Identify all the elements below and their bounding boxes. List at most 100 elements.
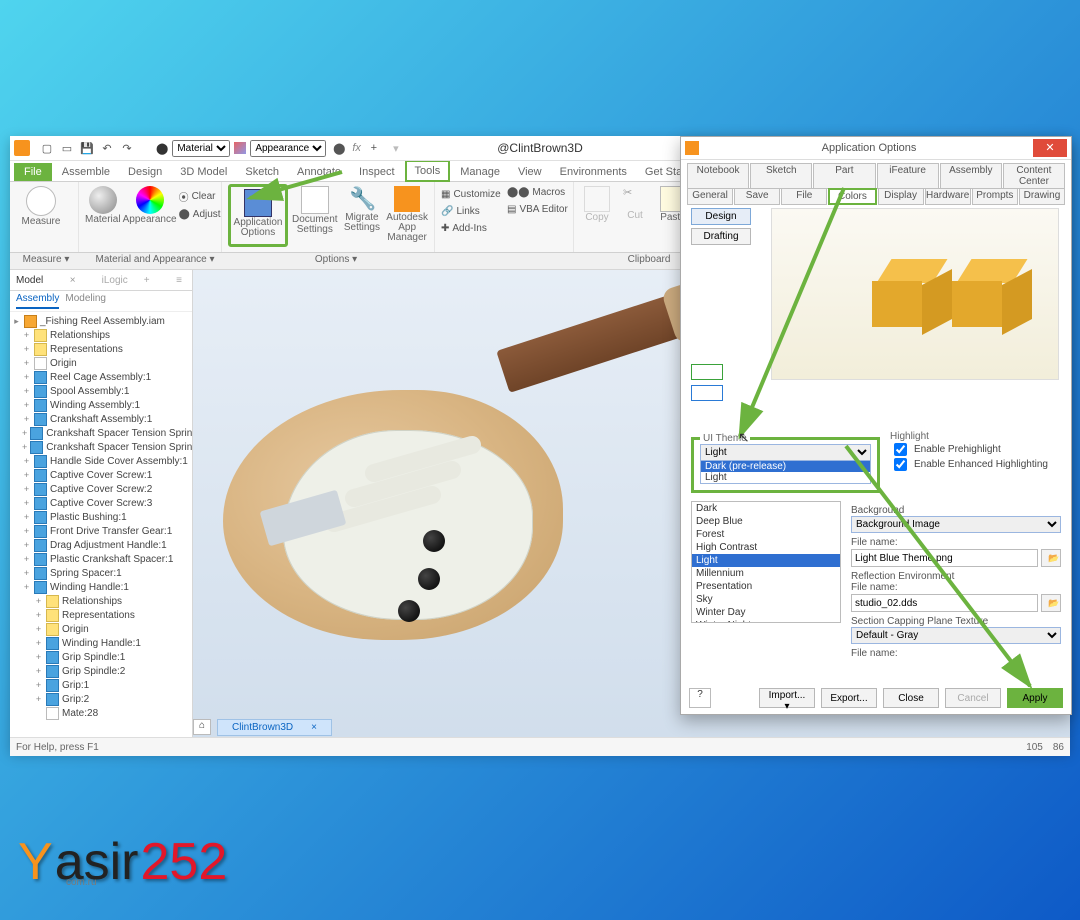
appearance-button[interactable]: Appearance — [125, 184, 175, 225]
panel-title-matapp[interactable]: Material and Appearance ▾ — [82, 253, 228, 269]
browser-sub-assembly[interactable]: Assembly — [16, 293, 59, 309]
scheme-item[interactable]: Millennium — [692, 567, 840, 580]
tree-node[interactable]: +Captive Cover Screw:2 — [10, 482, 192, 496]
refl-browse-icon[interactable]: 📂 — [1041, 594, 1061, 612]
theme-option-light[interactable]: Light — [701, 472, 870, 483]
vba-button[interactable]: ▤ VBA Editor — [507, 201, 568, 217]
background-select[interactable]: Background Image — [851, 516, 1061, 533]
fx-icon[interactable]: fx — [352, 142, 361, 154]
tree-node[interactable]: +Crankshaft Spacer Tension Spring:1 — [10, 426, 192, 440]
save-icon[interactable]: 💾 — [78, 139, 96, 157]
open-icon[interactable]: ▭ — [58, 139, 76, 157]
scheme-item[interactable]: High Contrast — [692, 541, 840, 554]
browser-tab-model[interactable]: Model — [10, 273, 49, 288]
tree-node[interactable]: +Winding Assembly:1 — [10, 398, 192, 412]
scheme-item[interactable]: Forest — [692, 528, 840, 541]
export-button[interactable]: Export... — [821, 688, 877, 708]
refl-filename-input[interactable] — [851, 594, 1038, 612]
bg-filename-input[interactable] — [851, 549, 1038, 567]
panel-title-options[interactable]: Options ▾ — [228, 253, 444, 269]
dialog-tab[interactable]: Assembly — [940, 163, 1002, 189]
material-select[interactable]: Material — [172, 140, 230, 157]
browser-add-icon[interactable]: + — [138, 273, 156, 288]
tree-node[interactable]: +Grip:1 — [10, 678, 192, 692]
cancel-button[interactable]: Cancel — [945, 688, 1001, 708]
drafting-mode-button[interactable]: Drafting — [691, 228, 751, 245]
measure-button[interactable]: Measure — [16, 184, 66, 227]
tree-node[interactable]: +Winding Handle:1 — [10, 636, 192, 650]
plus-icon[interactable]: + — [365, 139, 383, 157]
home-icon[interactable]: ⌂ — [193, 719, 211, 735]
dialog-tab[interactable]: iFeature — [877, 163, 939, 189]
section-texture-select[interactable]: Default - Gray — [851, 627, 1061, 644]
swatch-blue[interactable] — [691, 385, 723, 401]
tree-node[interactable]: +Front Drive Transfer Gear:1 — [10, 524, 192, 538]
clear-button[interactable]: ⦿ Clear — [179, 188, 221, 204]
tab-design[interactable]: Design — [120, 163, 170, 181]
scheme-item[interactable]: Winter Night — [692, 619, 840, 623]
theme-option-dark[interactable]: Dark (pre-release) — [701, 461, 870, 472]
scheme-item[interactable]: Sky — [692, 593, 840, 606]
new-icon[interactable]: ▢ — [38, 139, 56, 157]
tab-tools[interactable]: Tools — [405, 160, 451, 182]
macros-button[interactable]: ⬤⬤ Macros — [507, 184, 568, 200]
adjust-button[interactable]: ⬤ Adjust — [179, 206, 221, 222]
tab-view[interactable]: View — [510, 163, 550, 181]
model-tree[interactable]: ▸_Fishing Reel Assembly.iam+Relationship… — [10, 312, 192, 737]
dialog-tab[interactable]: Notebook — [687, 163, 749, 189]
cut-button[interactable]: ✂Cut — [618, 184, 652, 223]
tab-assemble[interactable]: Assemble — [54, 163, 118, 181]
dialog-tab[interactable]: Part — [813, 163, 875, 189]
tree-node[interactable]: +Representations — [10, 608, 192, 622]
appearance-select[interactable]: Appearance — [250, 140, 326, 157]
tree-node[interactable]: Mate:28 — [10, 706, 192, 720]
dialog-tab[interactable]: Hardware — [925, 188, 971, 205]
browser-sub-modeling[interactable]: Modeling — [65, 293, 106, 309]
tree-node[interactable]: +Grip Spindle:1 — [10, 650, 192, 664]
apply-button[interactable]: Apply — [1007, 688, 1063, 708]
viewport-tab[interactable]: ClintBrown3D× — [217, 719, 332, 736]
tree-node[interactable]: +Relationships — [10, 328, 192, 342]
tab-sketch[interactable]: Sketch — [237, 163, 287, 181]
dialog-tab[interactable]: Drawing — [1019, 188, 1065, 205]
close-button[interactable]: Close — [883, 688, 939, 708]
scheme-item[interactable]: Dark — [692, 502, 840, 515]
tree-node[interactable]: +Plastic Bushing:1 — [10, 510, 192, 524]
tree-node[interactable]: +Plastic Crankshaft Spacer:1 — [10, 552, 192, 566]
tree-node[interactable]: ▸_Fishing Reel Assembly.iam — [10, 314, 192, 328]
tab-manage[interactable]: Manage — [452, 163, 508, 181]
migrate-settings-button[interactable]: 🔧Migrate Settings — [342, 184, 383, 247]
scheme-item[interactable]: Presentation — [692, 580, 840, 593]
dialog-tab[interactable]: Content Center — [1003, 163, 1065, 189]
tree-node[interactable]: +Grip:2 — [10, 692, 192, 706]
dialog-tab[interactable]: Prompts — [972, 188, 1018, 205]
tab-inspect[interactable]: Inspect — [351, 163, 402, 181]
panel-title-measure[interactable]: Measure ▾ — [10, 253, 82, 269]
scheme-item[interactable]: Winter Day — [692, 606, 840, 619]
tree-node[interactable]: +Winding Handle:1 — [10, 580, 192, 594]
swatch-icon[interactable] — [234, 142, 246, 154]
dialog-tab[interactable]: Colors — [828, 188, 876, 205]
browser-menu-icon[interactable]: ≡ — [170, 273, 188, 288]
enhanced-highlight-checkbox[interactable]: Enable Enhanced Highlighting — [890, 457, 1061, 472]
document-settings-button[interactable]: Document Settings — [292, 184, 338, 247]
dialog-tab[interactable]: Save — [734, 188, 780, 205]
tab-close-icon[interactable]: × — [311, 722, 317, 733]
dialog-tab[interactable]: Display — [878, 188, 924, 205]
tree-node[interactable]: +Spool Assembly:1 — [10, 384, 192, 398]
tree-node[interactable]: +Handle Side Cover Assembly:1 — [10, 454, 192, 468]
browser-tab-ilogic[interactable]: iLogic — [96, 273, 134, 288]
tab-environments[interactable]: Environments — [552, 163, 635, 181]
tab-file[interactable]: File — [14, 163, 52, 181]
bg-browse-icon[interactable]: 📂 — [1041, 549, 1061, 567]
tree-node[interactable]: +Crankshaft Assembly:1 — [10, 412, 192, 426]
ui-theme-select[interactable]: Light — [700, 444, 871, 461]
browser-close-icon[interactable]: × — [64, 273, 82, 288]
dialog-tab[interactable]: File — [781, 188, 827, 205]
application-options-button[interactable]: Application Options — [233, 187, 283, 238]
addins-button[interactable]: ✚ Add-Ins — [441, 220, 567, 236]
color-scheme-list[interactable]: DarkDeep BlueForestHigh ContrastLightMil… — [691, 501, 841, 623]
redo-icon[interactable]: ↷ — [118, 139, 136, 157]
undo-icon[interactable]: ↶ — [98, 139, 116, 157]
scheme-item[interactable]: Deep Blue — [692, 515, 840, 528]
